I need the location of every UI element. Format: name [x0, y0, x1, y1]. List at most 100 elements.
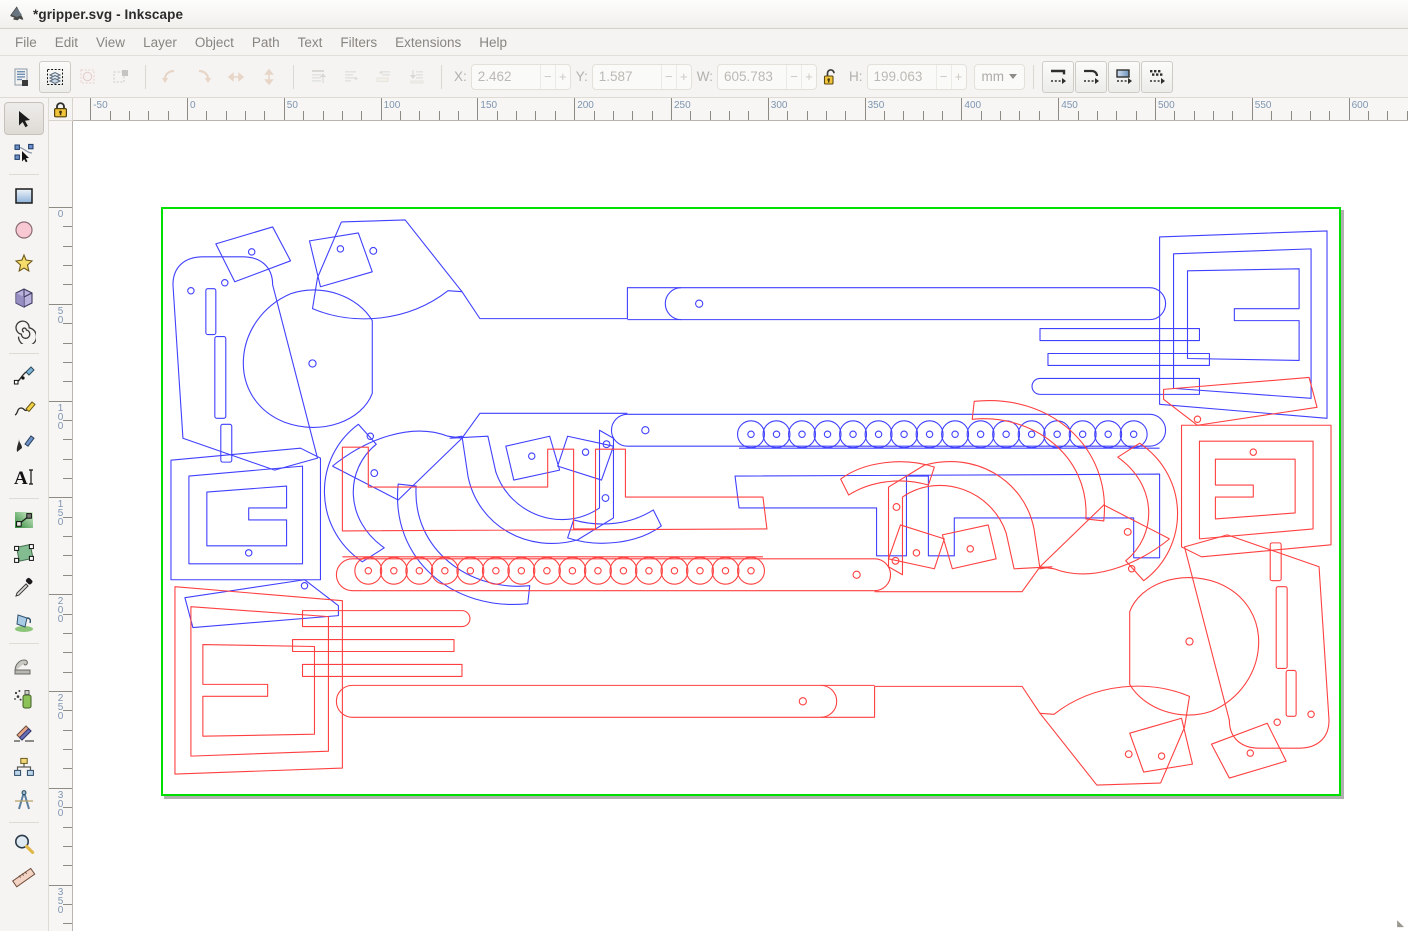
w-spinbox[interactable]: − + — [717, 64, 817, 90]
y-decrement[interactable]: − — [661, 65, 676, 89]
ruler-corner-lock[interactable] — [49, 98, 73, 121]
ruler-major-tick — [49, 788, 73, 789]
units-dropdown[interactable]: mm — [974, 64, 1026, 90]
menu-help[interactable]: Help — [470, 32, 516, 53]
menu-extensions[interactable]: Extensions — [386, 32, 470, 53]
h-spinbox[interactable]: − + — [867, 64, 967, 90]
tool-rectangle[interactable] — [4, 179, 44, 212]
ruler-minor-tick — [63, 517, 73, 518]
tool-connector[interactable] — [4, 750, 44, 783]
tool-gradient[interactable] — [4, 503, 44, 536]
w-increment[interactable]: + — [801, 65, 816, 89]
ruler-minor-tick — [168, 111, 169, 121]
flip-vertical-button[interactable] — [253, 61, 285, 93]
affect-rounded-corners-button[interactable] — [1075, 61, 1107, 93]
tool-star[interactable] — [4, 247, 44, 280]
h-decrement[interactable]: − — [936, 65, 951, 89]
ruler-label: 550 — [1255, 101, 1272, 111]
lock-wh-ratio-button[interactable] — [818, 61, 844, 93]
ruler-label: 350 — [868, 101, 885, 111]
tool-pencil[interactable] — [4, 392, 44, 425]
menu-file[interactable]: File — [6, 32, 46, 53]
ruler-minor-tick — [63, 710, 73, 711]
tool-zoom[interactable] — [4, 827, 44, 860]
flip-horizontal-button[interactable] — [220, 61, 252, 93]
ruler-major-tick — [574, 98, 575, 121]
lower-button[interactable] — [368, 61, 400, 93]
rectangle-icon — [12, 184, 36, 208]
x-increment[interactable]: + — [555, 65, 570, 89]
y-increment[interactable]: + — [676, 65, 691, 89]
tool-bezier[interactable] — [4, 358, 44, 391]
select-same-button[interactable] — [72, 61, 104, 93]
tool-spiral[interactable] — [4, 315, 44, 348]
ruler-major-tick — [49, 885, 73, 886]
bezier-pen-icon — [12, 363, 36, 387]
ruler-minor-tick — [1387, 111, 1388, 121]
h-input[interactable] — [868, 65, 936, 89]
x-decrement[interactable]: − — [540, 65, 555, 89]
ruler-minor-tick — [63, 536, 73, 537]
color-dropper-icon — [12, 576, 36, 600]
select-all-button[interactable] — [6, 61, 38, 93]
ruler-label: 100 — [384, 101, 401, 111]
tool-mesh-gradient[interactable] — [4, 537, 44, 570]
menu-filters[interactable]: Filters — [331, 32, 386, 53]
x-label: X: — [450, 69, 467, 84]
menu-path[interactable]: Path — [243, 32, 289, 53]
ruler-minor-tick — [361, 111, 362, 121]
canvas-row: 050100150200250300350 — [49, 121, 1408, 931]
raise-button[interactable] — [335, 61, 367, 93]
menu-layer[interactable]: Layer — [134, 32, 186, 53]
x-input[interactable] — [472, 65, 540, 89]
x-spinbox[interactable]: − + — [471, 64, 571, 90]
tool-spray[interactable] — [4, 682, 44, 715]
w-input[interactable] — [718, 65, 786, 89]
ruler-minor-tick — [63, 865, 73, 866]
ruler-minor-tick — [923, 111, 924, 121]
raise-to-top-button[interactable] — [302, 61, 334, 93]
ruler-minor-tick — [1232, 111, 1233, 121]
menu-object[interactable]: Object — [186, 32, 243, 53]
tool-eraser[interactable] — [4, 716, 44, 749]
ellipse-icon — [12, 218, 36, 242]
tool-dropper[interactable] — [4, 571, 44, 604]
rotate-ccw-button[interactable] — [154, 61, 186, 93]
tool-paint-bucket[interactable] — [4, 605, 44, 638]
affect-gradients-button[interactable] — [1108, 61, 1140, 93]
tool-ruler[interactable] — [4, 861, 44, 894]
tool-tweak[interactable] — [4, 648, 44, 681]
affect-patterns-button[interactable] — [1141, 61, 1173, 93]
ruler-label: 250 — [55, 694, 66, 721]
w-decrement[interactable]: − — [786, 65, 801, 89]
deselect-button[interactable] — [105, 61, 137, 93]
affect-stroke-width-button[interactable] — [1042, 61, 1074, 93]
menu-text[interactable]: Text — [289, 32, 332, 53]
menu-edit[interactable]: Edit — [46, 32, 87, 53]
tool-calligraphy[interactable] — [4, 426, 44, 459]
drawing-canvas[interactable]: ◣ — [73, 121, 1408, 931]
rotate-cw-button[interactable] — [187, 61, 219, 93]
lower-to-bottom-button[interactable] — [401, 61, 433, 93]
ruler-label: 400 — [964, 101, 981, 111]
tool-text[interactable]: A — [4, 460, 44, 493]
ruler-minor-tick — [63, 478, 73, 479]
vertical-ruler[interactable]: 050100150200250300350 — [49, 121, 73, 931]
tool-3dbox[interactable] — [4, 281, 44, 314]
toolbar-separator-2 — [293, 65, 294, 89]
horizontal-ruler[interactable]: -50050100150200250300350400450500550600 — [73, 98, 1408, 121]
menu-view[interactable]: View — [87, 32, 134, 53]
y-spinbox[interactable]: − + — [592, 64, 692, 90]
ruler-minor-tick — [632, 111, 633, 121]
tool-ellipse[interactable] — [4, 213, 44, 246]
ruler-minor-tick — [63, 323, 73, 324]
ruler-major-tick — [961, 98, 962, 121]
affect-patterns-icon — [1146, 66, 1168, 88]
h-increment[interactable]: + — [951, 65, 966, 89]
y-input[interactable] — [593, 65, 661, 89]
select-all-in-all-layers-button[interactable] — [39, 61, 71, 93]
tool-node-editor[interactable] — [4, 136, 44, 169]
tool-measure[interactable] — [4, 784, 44, 817]
tool-selector[interactable] — [4, 102, 44, 135]
document-page[interactable] — [161, 207, 1341, 796]
